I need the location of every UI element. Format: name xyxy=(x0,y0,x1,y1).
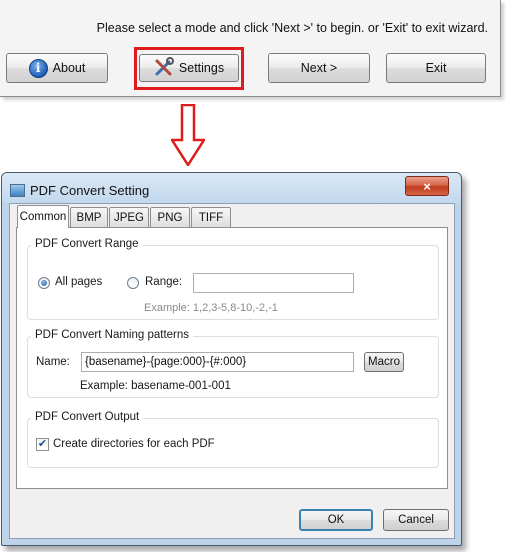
settings-button[interactable]: Settings xyxy=(139,54,239,82)
next-button-label: Next > xyxy=(300,61,338,75)
create-directories-label: Create directories for each PDF xyxy=(53,438,215,450)
next-button[interactable]: Next > xyxy=(268,53,370,83)
window-icon xyxy=(10,184,25,197)
exit-button[interactable]: Exit xyxy=(386,53,486,83)
down-arrow-icon xyxy=(171,104,205,166)
range-group: PDF Convert Range All pages Range: Examp… xyxy=(27,238,439,320)
tab-tiff[interactable]: TIFF xyxy=(191,207,231,227)
macro-button[interactable]: Macro xyxy=(364,352,404,372)
tab-jpeg[interactable]: JPEG xyxy=(109,207,149,227)
tab-jpeg-label: JPEG xyxy=(113,211,145,224)
close-button[interactable]: × xyxy=(405,176,449,196)
output-group-title: PDF Convert Output xyxy=(31,411,144,423)
exit-button-label: Exit xyxy=(425,61,447,75)
name-label: Name: xyxy=(36,356,70,368)
macro-button-label: Macro xyxy=(368,356,400,368)
name-pattern-input[interactable] xyxy=(81,352,354,372)
cancel-button[interactable]: Cancel xyxy=(383,509,449,531)
name-example: Example: basename-001-001 xyxy=(80,380,231,392)
about-button[interactable]: i About xyxy=(6,53,108,83)
cancel-button-label: Cancel xyxy=(398,514,434,526)
create-directories-checkbox[interactable]: ✔ xyxy=(36,438,49,451)
dialog-client-area: Common BMP JPEG PNG TIFF PDF Convert Ran… xyxy=(9,203,455,539)
tab-bmp[interactable]: BMP xyxy=(70,207,108,227)
settings-button-label: Settings xyxy=(178,61,225,75)
naming-group-title: PDF Convert Naming patterns xyxy=(31,329,194,341)
range-label: Range: xyxy=(145,276,183,288)
dialog-titlebar[interactable]: PDF Convert Setting × xyxy=(2,173,461,203)
common-tab-panel: PDF Convert Range All pages Range: Examp… xyxy=(16,227,448,489)
info-icon: i xyxy=(28,58,48,78)
tab-png-label: PNG xyxy=(157,211,183,224)
tab-bmp-label: BMP xyxy=(76,211,102,224)
range-group-title: PDF Convert Range xyxy=(31,238,143,250)
range-example: Example: 1,2,3-5,8-10,-2,-1 xyxy=(144,302,278,314)
ok-button-label: OK xyxy=(327,514,345,526)
range-radio[interactable] xyxy=(127,277,139,289)
naming-group: PDF Convert Naming patterns Name: Macro … xyxy=(27,329,439,398)
tab-tiff-label: TIFF xyxy=(198,211,224,224)
all-pages-radio[interactable] xyxy=(38,277,50,289)
tab-png[interactable]: PNG xyxy=(150,207,190,227)
close-icon: × xyxy=(423,178,431,194)
dialog-title: PDF Convert Setting xyxy=(30,183,150,198)
checkmark-icon: ✔ xyxy=(37,438,48,450)
all-pages-label: All pages xyxy=(55,276,103,288)
tab-common-label: Common xyxy=(19,211,67,223)
settings-tools-icon xyxy=(154,56,174,80)
about-button-label: About xyxy=(52,61,86,75)
tab-common[interactable]: Common xyxy=(17,205,69,228)
ok-button[interactable]: OK xyxy=(299,509,373,531)
wizard-panel: Please select a mode and click 'Next >' … xyxy=(0,0,501,97)
output-group: PDF Convert Output ✔ Create directories … xyxy=(27,411,439,468)
range-input[interactable] xyxy=(193,273,354,293)
wizard-instruction: Please select a mode and click 'Next >' … xyxy=(96,21,488,35)
settings-dialog: PDF Convert Setting × Common BMP JPEG PN… xyxy=(1,172,462,546)
